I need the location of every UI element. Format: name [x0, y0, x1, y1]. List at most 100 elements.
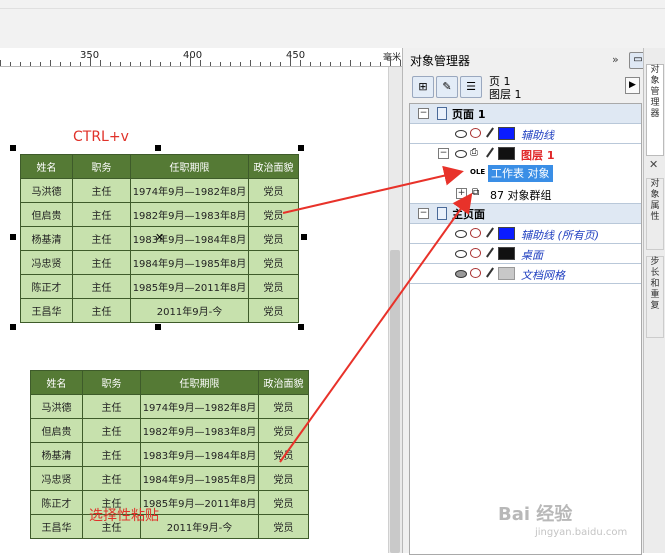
selection-handle[interactable] [155, 324, 161, 330]
ruler-tick [70, 62, 71, 66]
pasted-table-group[interactable]: 姓名 职务 任职期限 政治面貌 马洪德 主任 1974年9月—1982年8月 党员 但启… [30, 370, 309, 539]
table-cell: 党员 [248, 178, 299, 203]
tree-item-master-page[interactable]: − 主页面 [410, 204, 641, 224]
ruler-tick [370, 62, 371, 66]
expand-icon[interactable]: + [456, 188, 467, 199]
selection-handle[interactable] [10, 234, 16, 240]
eye-icon[interactable] [455, 230, 467, 238]
show-properties-icon[interactable]: ⊞ [412, 76, 434, 98]
ruler-tick [180, 62, 181, 66]
paste-special-annotation: 选择性粘贴 [89, 508, 159, 524]
print-disabled-icon[interactable] [470, 248, 481, 258]
eye-icon[interactable] [455, 250, 467, 258]
selection-handle[interactable] [298, 324, 304, 330]
table-cell: 主任 [82, 466, 141, 491]
tree-item-master-guides[interactable]: 辅助线 (所有页) [410, 224, 641, 244]
tree-label-selected: 工作表 对象 [488, 165, 553, 182]
table-cell: 但启贵 [30, 418, 83, 443]
table-cell: 主任 [72, 226, 131, 251]
ruler-tick [270, 62, 271, 66]
pencil-icon[interactable] [486, 227, 494, 238]
print-disabled-icon[interactable] [470, 228, 481, 238]
collapse-icon[interactable]: − [418, 208, 429, 219]
table-row: 陈正才 主任 1985年9月—2011年8月 党员 [20, 274, 299, 299]
pencil-icon[interactable] [486, 267, 494, 278]
layer-manager-view-icon[interactable]: ☰ [460, 76, 482, 98]
table-cell: 1974年9月—1982年8月 [140, 394, 259, 419]
ruler-tick [150, 60, 151, 66]
table-row: 冯忠贤 主任 1984年9月—1985年8月 党员 [30, 466, 309, 491]
ruler-tick [240, 62, 241, 66]
edit-across-layers-icon[interactable]: ✎ [436, 76, 458, 98]
tab-label: 步长和重复 [650, 257, 660, 311]
ruler-tick [390, 57, 391, 66]
eye-hidden-icon[interactable] [455, 270, 467, 278]
ruler-tick [360, 62, 361, 66]
color-swatch [498, 247, 515, 260]
tree-item-worksheet-object[interactable]: OLE 工作表 对象 [410, 164, 641, 183]
eye-icon[interactable] [455, 150, 467, 158]
tree-label: 辅助线 [521, 129, 554, 142]
tab-step-repeat[interactable]: 步长和重复 [646, 256, 664, 338]
table-cell: 主任 [82, 442, 141, 467]
eye-icon[interactable] [455, 130, 467, 138]
selection-handle[interactable] [10, 324, 16, 330]
tree-label: 文档网格 [521, 269, 565, 282]
table-cell: 王昌华 [20, 298, 73, 323]
table-cell: 陈正才 [20, 274, 73, 299]
ruler-tick [120, 62, 121, 66]
table-cell: 1982年9月—1983年8月 [140, 418, 259, 443]
table-cell: 党员 [248, 250, 299, 275]
page-icon [437, 107, 447, 120]
ruler-tick [350, 60, 351, 66]
collapse-icon[interactable]: − [418, 108, 429, 119]
ruler-tick [130, 62, 131, 66]
selection-handle[interactable] [298, 145, 304, 151]
tab-object-manager[interactable]: 对象管理器 [646, 64, 664, 156]
printer-icon[interactable]: ⎙ [470, 147, 478, 159]
tree-item-layer1[interactable]: − ⎙ 图层 1 [410, 144, 641, 163]
selection-handle[interactable] [301, 234, 307, 240]
flyout-menu-button[interactable]: ▶ [625, 77, 640, 94]
table-cell: 2011年9月-今 [130, 298, 249, 323]
tree-item-page1[interactable]: − 页面 1 [410, 104, 641, 124]
close-tab-icon[interactable]: ✕ [649, 158, 658, 171]
tree-item-guides[interactable]: 辅助线 [410, 124, 641, 144]
page-icon [437, 207, 447, 220]
tree-item-document-grid[interactable]: 文档网格 [410, 264, 641, 284]
table-cell: 陈正才 [30, 490, 83, 515]
table-row: 陈正才 主任 1985年9月—2011年8月 党员 [30, 490, 309, 515]
center-x-icon: ✕ [155, 231, 165, 244]
selection-handle[interactable] [155, 145, 161, 151]
table-cell: 杨基清 [20, 226, 73, 251]
ruler-tick [260, 62, 261, 66]
tree-item-desktop[interactable]: 桌面 [410, 244, 641, 264]
tree-item-group[interactable]: + ⧉ 87 对象群组 [410, 184, 641, 204]
ruler-tick [230, 62, 231, 66]
ruler-tick [100, 60, 101, 66]
tab-object-properties[interactable]: 对象属性 [646, 178, 664, 250]
print-disabled-icon[interactable] [470, 128, 481, 138]
pencil-icon[interactable] [486, 247, 494, 258]
table-header: 姓名 [20, 154, 73, 179]
table-row: 马洪德 主任 1974年9月—1982年8月 党员 [30, 394, 309, 419]
ruler-tick [300, 60, 301, 66]
ruler-tick [340, 62, 341, 66]
table-cell: 王昌华 [30, 514, 83, 539]
print-disabled-icon[interactable] [470, 268, 481, 278]
docker-expand-icon[interactable]: » [612, 53, 619, 66]
collapse-icon[interactable]: − [438, 148, 449, 159]
scrollbar-thumb[interactable] [390, 250, 400, 553]
table-row: 但启贵 主任 1982年9月—1983年8月 党员 [30, 418, 309, 443]
pencil-icon[interactable] [486, 147, 494, 158]
ruler-tick [80, 62, 81, 66]
tree-label: 87 对象群组 [490, 189, 552, 202]
table-header: 任职期限 [130, 154, 249, 179]
table-cell: 党员 [248, 226, 299, 251]
table-cell: 1982年9月—1983年8月 [130, 202, 249, 227]
table-row: 马洪德 主任 1974年9月—1982年8月 党员 [20, 178, 299, 203]
horizontal-ruler[interactable]: 350 400 450 毫米 [0, 48, 402, 67]
pencil-icon[interactable] [486, 127, 494, 138]
color-swatch [498, 127, 515, 140]
selection-handle[interactable] [10, 145, 16, 151]
